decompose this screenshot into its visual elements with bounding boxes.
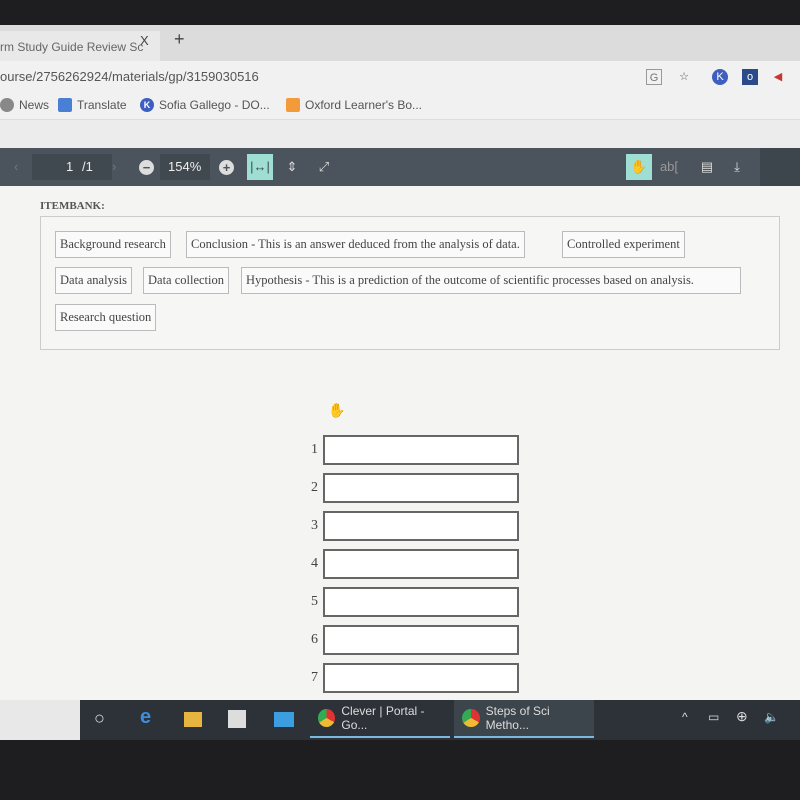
item-chip[interactable]: Data collection — [143, 267, 230, 294]
item-chip[interactable]: Data analysis — [55, 267, 132, 294]
itembank-title: ITEMBANK: — [40, 200, 105, 212]
edge-icon[interactable]: e — [140, 706, 151, 729]
fit-height-icon[interactable]: ⇕ — [279, 154, 305, 180]
answer-row: 3 — [300, 511, 519, 541]
taskbar-search-area[interactable] — [0, 700, 80, 740]
itembank: Background research Conclusion - This is… — [40, 216, 780, 350]
item-chip[interactable]: Controlled experiment — [562, 231, 685, 258]
star-icon[interactable]: ☆ — [676, 69, 692, 85]
taskbar-app-clever[interactable]: Clever | Portal - Go... — [310, 700, 450, 738]
fit-width-icon[interactable]: |↔| — [247, 154, 273, 180]
answer-box[interactable] — [323, 549, 519, 579]
network-icon[interactable]: ⊕ — [736, 708, 748, 725]
answer-row: 7 — [300, 663, 519, 693]
tab-title: rm Study Guide Review Sc — [0, 40, 144, 54]
translate-page-icon[interactable]: G — [646, 69, 662, 85]
bookmark-label: Translate — [77, 98, 127, 112]
page-indicator[interactable]: 1 /1 — [32, 154, 112, 180]
bookmark-oxford[interactable]: Oxford Learner's Bo... — [286, 98, 422, 112]
page-number: 1 — [66, 159, 74, 174]
bookmark-label: Oxford Learner's Bo... — [305, 98, 423, 112]
bookmark-news[interactable]: News — [0, 98, 49, 112]
answer-box[interactable] — [323, 435, 519, 465]
chrome-icon — [462, 709, 480, 727]
bookmark-label: Sofia Gallego - DO... — [159, 98, 270, 112]
answer-number: 1 — [311, 442, 318, 457]
file-explorer-icon[interactable] — [184, 712, 202, 727]
megaphone-icon[interactable]: ◀ — [770, 69, 786, 85]
item-chip[interactable]: Conclusion - This is an answer deduced f… — [186, 231, 525, 258]
print-icon[interactable]: ▤ — [694, 154, 720, 180]
extension-icon[interactable]: o — [742, 69, 758, 85]
taskbar: ○ e Clever | Portal - Go... Steps of Sci… — [0, 700, 800, 740]
item-chip[interactable]: Background research — [55, 231, 171, 258]
chrome-icon — [318, 709, 336, 727]
pdf-toolbar: ‹ 1 /1 › − 154% + |↔| ⇕ ⤢ ✋ ab[ ▤ ⤓ — [0, 148, 800, 186]
tab-close-button[interactable]: X — [140, 33, 149, 48]
item-chip[interactable]: Research question — [55, 304, 157, 331]
page-total: /1 — [82, 159, 93, 174]
store-icon[interactable] — [228, 710, 246, 728]
bookmark-translate[interactable]: Translate — [58, 98, 127, 112]
tab-bar: rm Study Guide Review Sc X + — [0, 25, 800, 61]
taskbar-app-label: Steps of Sci Metho... — [485, 704, 550, 732]
fullscreen-icon[interactable]: ⤢ — [311, 154, 337, 180]
answer-box[interactable] — [323, 625, 519, 655]
answer-row: 6 — [300, 625, 519, 655]
answer-row: 4 — [300, 549, 519, 579]
answer-row: 2 — [300, 473, 519, 503]
news-icon — [0, 98, 14, 112]
pdf-page: ITEMBANK: Background research Conclusion… — [0, 186, 800, 700]
answer-number: 6 — [311, 632, 318, 647]
battery-icon[interactable]: ▭ — [708, 710, 719, 724]
answer-number: 3 — [311, 518, 318, 533]
hand-tool-icon[interactable]: ✋ — [626, 154, 652, 180]
answer-box[interactable] — [323, 473, 519, 503]
answer-number: 5 — [311, 594, 318, 609]
mail-icon[interactable] — [274, 712, 294, 727]
prev-page-icon[interactable]: ‹ — [14, 159, 18, 174]
next-page-icon[interactable]: › — [112, 159, 116, 174]
chevron-up-icon[interactable]: ^ — [682, 710, 688, 724]
download-icon[interactable]: ⤓ — [724, 154, 750, 180]
taskbar-app-steps[interactable]: Steps of Sci Metho... — [454, 700, 594, 738]
zoom-in-button[interactable]: + — [219, 160, 234, 175]
bookmarks-bar: News Translate K Sofia Gallego - DO... Ox… — [0, 93, 800, 120]
new-tab-button[interactable]: + — [174, 29, 185, 50]
volume-icon[interactable]: 🔈 — [764, 710, 779, 724]
taskbar-app-label: Clever | Portal - Go... — [341, 704, 425, 732]
text-select-tool[interactable]: ab[ — [656, 154, 682, 180]
answer-row: 5 — [300, 587, 519, 617]
bookmark-sofia[interactable]: K Sofia Gallego - DO... — [140, 98, 270, 112]
toolbar-end — [760, 148, 800, 186]
item-chip[interactable]: Hypothesis - This is a prediction of the… — [241, 267, 741, 294]
answer-box[interactable] — [323, 663, 519, 693]
cortana-icon[interactable]: ○ — [94, 708, 105, 729]
url-field[interactable]: ourse/2756262924/materials/gp/3159030516 — [0, 69, 259, 84]
translate-icon — [58, 98, 72, 112]
answer-box[interactable] — [323, 587, 519, 617]
k-icon: K — [140, 98, 154, 112]
zoom-out-button[interactable]: − — [139, 160, 154, 175]
page-header-strip — [0, 120, 800, 148]
browser-tab[interactable]: rm Study Guide Review Sc — [0, 31, 160, 61]
answer-box[interactable] — [323, 511, 519, 541]
zoom-level: 154% — [168, 159, 202, 174]
hand-cursor-icon: ✋ — [328, 402, 346, 418]
answer-number: 7 — [311, 670, 318, 685]
zoom-field[interactable]: 154% — [160, 154, 210, 180]
answer-row: 1 — [300, 435, 519, 465]
bookmark-label: News — [19, 98, 50, 112]
answer-number: 2 — [311, 480, 318, 495]
address-bar: ourse/2756262924/materials/gp/3159030516… — [0, 61, 800, 93]
oxford-icon — [286, 98, 300, 112]
k-extension-icon[interactable]: K — [712, 69, 728, 85]
answer-number: 4 — [311, 556, 318, 571]
